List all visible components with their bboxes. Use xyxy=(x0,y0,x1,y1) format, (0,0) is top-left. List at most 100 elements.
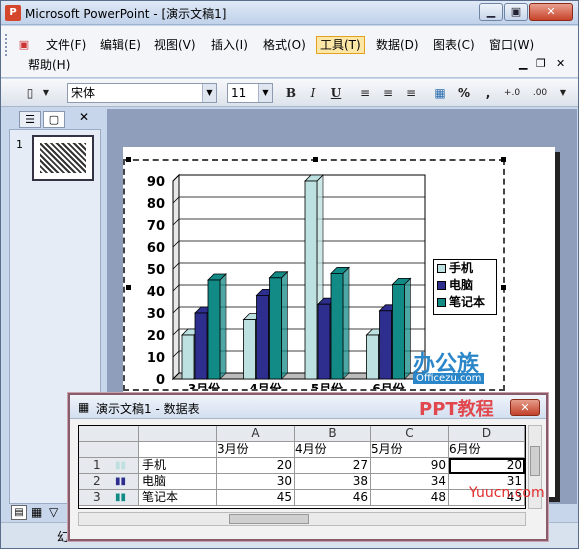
bar xyxy=(317,303,331,380)
row-header[interactable]: 1 ▮▮ xyxy=(79,458,139,474)
minimize-button[interactable]: ▁ xyxy=(479,3,503,21)
italic-button[interactable]: I xyxy=(304,84,322,102)
doc-close-button[interactable]: ✕ xyxy=(556,57,565,70)
resize-handle[interactable] xyxy=(501,285,506,290)
doc-restore-button[interactable]: ❐ xyxy=(536,57,546,70)
currency-style-icon[interactable]: ▦ xyxy=(431,84,449,102)
bar-side xyxy=(219,273,227,380)
percent-style-button[interactable]: % xyxy=(455,84,473,102)
align-center-icon[interactable]: ≡ xyxy=(379,84,397,102)
grid-cell[interactable]: 27 xyxy=(295,458,371,474)
datasheet-horizontal-scrollbar[interactable] xyxy=(78,512,526,526)
datasheet-close-button[interactable]: ✕ xyxy=(510,399,540,416)
outline-tab[interactable]: ☰ xyxy=(19,111,41,128)
resize-handle[interactable] xyxy=(126,157,131,162)
menu-edit[interactable]: 编辑(E) xyxy=(97,36,144,54)
grid-cell[interactable]: 48 xyxy=(371,490,449,506)
column-header[interactable]: B xyxy=(295,426,371,442)
grid-cell[interactable]: 45 xyxy=(217,490,295,506)
grid-cell[interactable]: 90 xyxy=(371,458,449,474)
increase-decimal-button[interactable]: +.0 xyxy=(500,84,524,102)
grid-cell-selected[interactable]: 20 xyxy=(449,458,525,474)
slide-sorter-icon[interactable]: ▦ xyxy=(31,505,42,519)
column-header[interactable]: A xyxy=(217,426,295,442)
y-tick-label: 30 xyxy=(147,307,165,322)
y-tick-label: 90 xyxy=(147,175,165,190)
decrease-decimal-button[interactable]: .00 xyxy=(528,84,552,102)
datasheet-grid: A B C D 3月份 4月份 5月份 6月份 1 ▮▮ 手机 20 27 90 … xyxy=(78,425,526,509)
document-icon[interactable]: ▣ xyxy=(13,36,35,54)
slides-tab[interactable]: ▢ xyxy=(43,111,65,128)
menu-insert[interactable]: 插入(I) xyxy=(208,36,251,54)
grid-cell[interactable] xyxy=(139,442,217,458)
grid-cell[interactable]: 38 xyxy=(295,474,371,490)
slide-thumbnail[interactable] xyxy=(32,135,94,181)
slideshow-icon[interactable]: ▽ xyxy=(49,505,58,519)
row-header[interactable] xyxy=(79,442,139,458)
resize-handle[interactable] xyxy=(126,285,131,290)
normal-view-icon[interactable]: ▤ xyxy=(11,505,27,520)
bold-button[interactable]: B xyxy=(282,84,300,102)
menu-file[interactable]: 文件(F) xyxy=(43,36,89,54)
grid-blank-header[interactable] xyxy=(139,426,217,442)
series-header-cell[interactable]: 4月份 xyxy=(295,442,371,458)
grid-cell[interactable]: 34 xyxy=(371,474,449,490)
bar xyxy=(304,180,318,380)
font-name-value: 宋体 xyxy=(71,86,96,100)
menu-window[interactable]: 窗口(W) xyxy=(486,36,537,54)
y-tick-label: 60 xyxy=(147,241,165,256)
series-header-cell[interactable]: 3月份 xyxy=(217,442,295,458)
close-button[interactable]: ✕ xyxy=(529,3,573,21)
close-pane-icon[interactable]: ✕ xyxy=(79,110,89,124)
x-tick-label: 5月份 xyxy=(311,381,344,389)
row-number: 3 xyxy=(93,490,101,504)
bar xyxy=(392,284,405,380)
row-label-cell[interactable]: 笔记本 xyxy=(139,490,217,506)
align-right-icon[interactable]: ≡ xyxy=(402,84,420,102)
row-label-cell[interactable]: 手机 xyxy=(139,458,217,474)
menu-bar: ▣ 文件(F) 编辑(E) 视图(V) 插入(I) 格式(O) 工具(T) 数据… xyxy=(1,26,578,78)
grid-cell[interactable]: 30 xyxy=(217,474,295,490)
menu-format[interactable]: 格式(O) xyxy=(260,36,309,54)
toolbar-options-icon[interactable]: ▼ xyxy=(557,84,569,102)
row-header[interactable]: 3 ▮▮ xyxy=(79,490,139,506)
grid-cell[interactable]: 46 xyxy=(295,490,371,506)
y-tick-label: 70 xyxy=(147,219,165,234)
underline-button[interactable]: U xyxy=(327,84,345,102)
font-size-combo[interactable]: 11 ▼ xyxy=(227,83,273,103)
font-name-combo[interactable]: 宋体 ▼ xyxy=(67,83,217,103)
menu-data[interactable]: 数据(D) xyxy=(373,36,422,54)
chart-legend[interactable]: 手机 电脑 笔记本 xyxy=(433,259,497,315)
scroll-thumb[interactable] xyxy=(530,446,540,476)
toolbar-dropdown-icon[interactable]: ▼ xyxy=(41,84,51,102)
menu-help[interactable]: 帮助(H) xyxy=(25,56,73,74)
grid-corner[interactable] xyxy=(79,426,139,442)
resize-handle[interactable] xyxy=(313,157,318,162)
bar xyxy=(256,294,269,380)
scroll-thumb[interactable] xyxy=(229,514,309,524)
bar xyxy=(207,279,221,380)
series-header-cell[interactable]: 5月份 xyxy=(371,442,449,458)
comma-style-button[interactable]: , xyxy=(479,84,497,102)
doc-minimize-button[interactable]: ▁ xyxy=(519,57,527,70)
menu-tools[interactable]: 工具(T) xyxy=(316,36,365,54)
y-tick-label: 0 xyxy=(156,373,165,388)
resize-handle[interactable] xyxy=(501,157,506,162)
series-header-cell[interactable]: 6月份 xyxy=(449,442,525,458)
menu-chart[interactable]: 图表(C) xyxy=(430,36,478,54)
chart-thumbnail-icon xyxy=(40,143,86,173)
legend-label: 笔记本 xyxy=(449,295,486,309)
watermark-yuucn: Yuucn.com xyxy=(469,485,545,501)
maximize-button[interactable]: ▣ xyxy=(504,3,528,21)
font-size-value: 11 xyxy=(231,86,247,100)
new-document-icon[interactable]: ▯ xyxy=(21,84,39,102)
menu-view[interactable]: 视图(V) xyxy=(151,36,199,54)
y-tick-label: 10 xyxy=(147,351,165,366)
grid-cell[interactable]: 20 xyxy=(217,458,295,474)
column-header[interactable]: C xyxy=(371,426,449,442)
column-header[interactable]: D xyxy=(449,426,525,442)
row-label-cell[interactable]: 电脑 xyxy=(139,474,217,490)
legend-label: 手机 xyxy=(449,261,474,275)
align-left-icon[interactable]: ≡ xyxy=(356,84,374,102)
row-header[interactable]: 2 ▮▮ xyxy=(79,474,139,490)
